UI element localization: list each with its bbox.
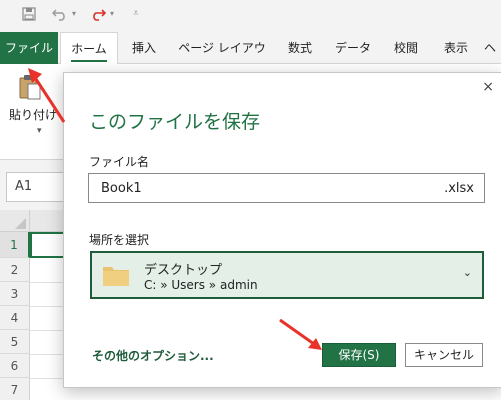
undo-icon[interactable] <box>51 7 68 25</box>
select-all-corner[interactable] <box>0 210 30 232</box>
dialog-title: このファイルを保存 <box>89 111 261 133</box>
tab-help[interactable]: ヘ <box>484 32 500 64</box>
quick-access-toolbar: ▾ ▾ ⩡ <box>0 0 501 32</box>
location-label: 場所を選択 <box>89 233 150 247</box>
tab-review[interactable]: 校閲 <box>386 32 426 64</box>
row-header-6[interactable]: 6 <box>0 354 30 378</box>
tab-home[interactable]: ホーム <box>60 32 118 65</box>
tab-page-layout[interactable]: ページ レイアウト <box>174 32 270 87</box>
folder-icon <box>102 263 130 287</box>
save-button[interactable]: 保存(S) <box>322 343 396 367</box>
filename-value: Book1 <box>101 181 142 196</box>
paste-dropdown-icon[interactable]: ▾ <box>37 126 42 136</box>
row-header-5[interactable]: 5 <box>0 330 30 354</box>
tab-file[interactable]: ファイル <box>0 32 58 64</box>
tab-data[interactable]: データ <box>330 32 376 64</box>
cancel-button[interactable]: キャンセル <box>405 343 483 367</box>
row-header-4[interactable]: 4 <box>0 306 30 330</box>
redo-icon[interactable] <box>90 7 107 25</box>
customize-toolbar-icon[interactable]: ⩡ <box>133 8 139 19</box>
location-path: C: » Users » admin <box>144 278 258 292</box>
annotation-arrow-save-icon <box>279 318 322 350</box>
row-header-7[interactable]: 7 <box>0 378 30 400</box>
more-options-link[interactable]: その他のオプション... <box>92 347 214 364</box>
tab-formulas[interactable]: 数式 <box>280 32 320 64</box>
undo-dropdown-icon[interactable]: ▾ <box>72 9 76 18</box>
name-box[interactable]: A1 <box>6 172 64 202</box>
tab-insert[interactable]: 挿入 <box>124 32 164 64</box>
filename-label: ファイル名 <box>89 155 150 169</box>
redo-dropdown-icon[interactable]: ▾ <box>110 9 114 18</box>
filename-extension: .xlsx <box>444 181 474 196</box>
filename-input[interactable]: Book1 .xlsx <box>88 173 485 203</box>
location-dropdown[interactable]: デスクトップ C: » Users » admin ⌄ <box>90 251 484 299</box>
ribbon-tabs: ファイル ホーム 挿入 ページ レイアウト 数式 データ 校閲 表示 ヘ <box>0 32 501 87</box>
chevron-down-icon: ⌄ <box>462 266 472 279</box>
annotation-arrow-paste-icon <box>28 68 66 123</box>
row-header-1[interactable]: 1 <box>0 232 30 258</box>
location-name: デスクトップ <box>144 263 223 278</box>
tab-view[interactable]: 表示 <box>436 32 476 64</box>
save-icon[interactable] <box>22 7 36 25</box>
row-header-3[interactable]: 3 <box>0 282 30 306</box>
name-box-value: A1 <box>15 179 33 194</box>
tab-home-label: ホーム <box>71 38 107 62</box>
close-icon[interactable]: × <box>482 79 494 95</box>
row-header-2[interactable]: 2 <box>0 258 30 282</box>
